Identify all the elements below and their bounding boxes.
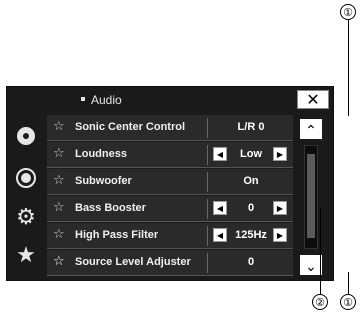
scrollbar: ⌃ ⌄: [296, 115, 332, 279]
setting-value: 0: [247, 256, 255, 268]
figure: ① Audio ✕ ⚙ ★ ☆ Sonic Center Control L/R…: [0, 0, 363, 315]
arrow-right-icon[interactable]: ▶: [273, 201, 287, 215]
chevron-up-icon: ⌃: [305, 123, 317, 139]
setting-label: Loudness: [75, 148, 127, 160]
divider: [207, 226, 208, 246]
callout-1-top: ①: [340, 4, 356, 20]
chevron-down-icon: ⌄: [305, 259, 317, 275]
star-outline-icon[interactable]: ☆: [53, 227, 65, 242]
list-item[interactable]: ☆ Sonic Center Control L/R 0: [47, 115, 293, 141]
divider: [207, 172, 208, 192]
audio-settings-screen: Audio ✕ ⚙ ★ ☆ Sonic Center Control L/R 0…: [6, 86, 334, 281]
callout-2: ②: [312, 294, 328, 310]
list-item[interactable]: ☆ Source Level Adjuster 0: [47, 250, 293, 276]
scroll-track[interactable]: [304, 145, 318, 249]
star-outline-icon[interactable]: ☆: [53, 119, 65, 134]
settings-icon[interactable]: ⚙: [7, 199, 45, 237]
setting-value: L/R 0: [237, 121, 265, 133]
window-title: Audio: [91, 93, 122, 107]
callout-2-leader: [320, 208, 321, 294]
list-item[interactable]: ☆ Loudness ◀ Low ▶: [47, 142, 293, 168]
setting-label: Subwoofer: [75, 175, 132, 187]
setting-label: Bass Booster: [75, 202, 146, 214]
close-button[interactable]: ✕: [297, 90, 329, 109]
divider: [207, 253, 208, 273]
star-outline-icon[interactable]: ☆: [53, 173, 65, 188]
divider: [207, 118, 208, 138]
callout-1-bottom-leader: [348, 272, 349, 294]
callout-1-bottom: ①: [340, 294, 356, 310]
arrow-right-icon[interactable]: ▶: [273, 228, 287, 242]
callout-1-top-leader: [348, 20, 349, 116]
setting-value: On: [243, 175, 259, 187]
setting-label: High Pass Filter: [75, 229, 159, 241]
setting-label: Source Level Adjuster: [75, 256, 191, 268]
divider: [207, 145, 208, 165]
star-outline-icon[interactable]: ☆: [53, 200, 65, 215]
list-item[interactable]: ☆ Subwoofer On: [47, 169, 293, 195]
scroll-thumb[interactable]: [307, 154, 315, 238]
divider: [207, 199, 208, 219]
arrow-right-icon[interactable]: ▶: [273, 147, 287, 161]
source-sidebar: ⚙ ★: [7, 113, 45, 280]
title-marker-icon: [81, 97, 85, 101]
close-icon: ✕: [306, 90, 320, 109]
list-item[interactable]: ☆ High Pass Filter ◀ 125Hz ▶: [47, 223, 293, 249]
title-bar: Audio ✕: [7, 87, 333, 113]
favorite-icon[interactable]: ★: [7, 237, 45, 275]
source-icon[interactable]: [7, 161, 45, 199]
star-outline-icon[interactable]: ☆: [53, 146, 65, 161]
disc-icon[interactable]: [7, 121, 45, 159]
setting-label: Sonic Center Control: [75, 121, 186, 133]
star-favorite-icon[interactable]: ☆: [53, 254, 65, 269]
scroll-up-button[interactable]: ⌃: [298, 117, 324, 141]
settings-list: ☆ Sonic Center Control L/R 0 ☆ Loudness …: [47, 115, 293, 279]
list-item[interactable]: ☆ Bass Booster ◀ 0 ▶: [47, 196, 293, 222]
